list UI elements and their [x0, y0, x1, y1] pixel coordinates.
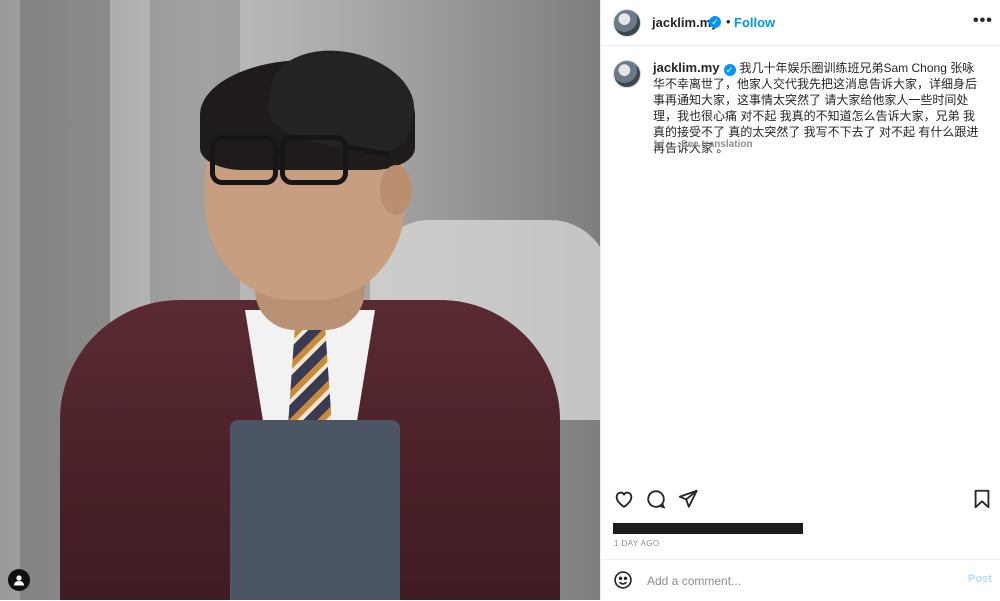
avatar[interactable] [613, 9, 641, 37]
glasses-bridge [273, 150, 285, 154]
comment-icon[interactable] [645, 488, 667, 510]
separator-dot: • [726, 14, 731, 29]
caption-meta: 1d See translation [653, 139, 753, 150]
person-figure [40, 37, 560, 600]
post-side-panel: jacklim.my ✓ • Follow ••• jacklim.my ✓ 我几十… [600, 0, 1000, 600]
post-age: 1d [653, 139, 665, 150]
glasses-right-lens [280, 135, 348, 185]
glasses-left-lens [210, 135, 278, 185]
post-date: 1 DAY AGO [614, 539, 660, 548]
emoji-icon[interactable] [613, 570, 633, 590]
post-header: jacklim.my ✓ • Follow ••• [601, 0, 1000, 46]
verified-icon: ✓ [709, 16, 721, 28]
post-comment-button[interactable]: Post [968, 573, 992, 585]
bookmark-icon[interactable] [971, 488, 993, 510]
follow-button[interactable]: Follow [734, 15, 775, 30]
action-bar [601, 480, 1000, 520]
ear [380, 165, 412, 215]
send-icon[interactable] [677, 488, 699, 510]
comment-input[interactable] [645, 570, 949, 592]
see-translation-link[interactable]: See translation [681, 139, 753, 150]
verified-icon: ✓ [723, 64, 736, 76]
comment-bar: Post [601, 559, 1000, 601]
more-options-icon[interactable]: ••• [973, 12, 993, 30]
person-icon[interactable] [8, 569, 30, 591]
likes-redacted [613, 523, 803, 534]
apron [230, 420, 400, 600]
post-image[interactable] [0, 0, 600, 600]
caption-username[interactable]: jacklim.my [653, 60, 720, 75]
caption-avatar[interactable] [613, 60, 641, 88]
heart-icon[interactable] [613, 488, 635, 510]
